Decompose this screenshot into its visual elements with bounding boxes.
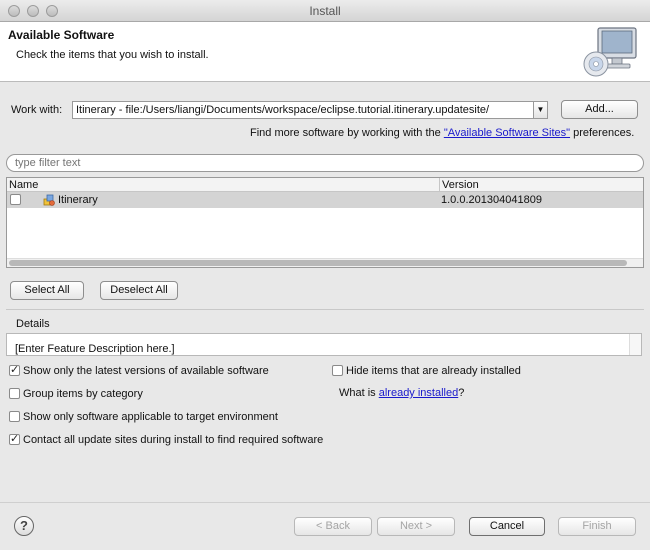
select-all-button[interactable]: Select All	[10, 281, 84, 300]
show-applicable-label[interactable]: Show only software applicable to target …	[23, 411, 278, 423]
row-checkbox[interactable]	[10, 194, 21, 205]
show-latest-checkbox[interactable]	[9, 363, 20, 376]
window-title: Install	[309, 4, 341, 18]
details-text: [Enter Feature Description here.]	[15, 343, 175, 355]
what-is-installed-text: What is already installed?	[339, 387, 465, 399]
work-with-value: Itinerary - file:/Users/liangi/Documents…	[76, 104, 490, 116]
next-button[interactable]: Next >	[377, 517, 455, 536]
row-version: 1.0.0.201304041809	[441, 194, 542, 206]
group-by-category-label[interactable]: Group items by category	[23, 388, 143, 400]
software-table: Name Version Itinerary 1.0.0.20130404180…	[6, 177, 644, 268]
work-with-combo[interactable]: Itinerary - file:/Users/liangi/Documents…	[72, 101, 548, 119]
hide-installed-label[interactable]: Hide items that are already installed	[346, 365, 521, 377]
page-title: Available Software	[8, 28, 115, 42]
work-with-label: Work with:	[11, 104, 63, 116]
feature-icon	[43, 194, 55, 206]
already-installed-link[interactable]: already installed	[379, 387, 459, 399]
group-by-category-checkbox[interactable]	[9, 388, 20, 399]
add-site-button[interactable]: Add...	[561, 100, 638, 119]
deselect-all-button[interactable]: Deselect All	[100, 281, 178, 300]
horizontal-scrollbar[interactable]	[7, 258, 643, 267]
chevron-down-icon[interactable]: ▼	[533, 102, 547, 118]
show-latest-label[interactable]: Show only the latest versions of availab…	[23, 365, 269, 377]
table-row[interactable]: Itinerary 1.0.0.201304041809	[7, 192, 643, 208]
help-icon[interactable]: ?	[14, 516, 34, 536]
install-computer-icon	[583, 27, 637, 77]
more-software-text: Find more software by working with the "…	[250, 127, 635, 139]
row-name: Itinerary	[58, 194, 98, 206]
hide-installed-checkbox[interactable]	[332, 365, 343, 376]
page-description: Check the items that you wish to install…	[16, 49, 209, 61]
scrollbar-thumb[interactable]	[9, 260, 627, 266]
footer-divider	[0, 502, 650, 503]
column-header-version[interactable]: Version	[442, 179, 479, 191]
cancel-button[interactable]: Cancel	[469, 517, 545, 536]
filter-input[interactable]	[6, 154, 644, 172]
finish-button[interactable]: Finish	[558, 517, 636, 536]
back-button[interactable]: < Back	[294, 517, 372, 536]
column-divider[interactable]	[439, 178, 440, 192]
column-header-name[interactable]: Name	[9, 179, 38, 191]
vertical-scrollbar[interactable]	[629, 334, 641, 355]
show-applicable-checkbox[interactable]	[9, 411, 20, 422]
wizard-header: Available Software Check the items that …	[0, 22, 650, 82]
available-software-sites-link[interactable]: "Available Software Sites"	[444, 127, 570, 139]
contact-sites-checkbox[interactable]	[9, 432, 20, 445]
table-header: Name Version	[7, 178, 643, 192]
contact-sites-label[interactable]: Contact all update sites during install …	[23, 434, 323, 446]
details-area[interactable]: [Enter Feature Description here.]	[6, 333, 642, 356]
title-bar: Install	[0, 0, 650, 22]
details-label: Details	[16, 318, 50, 330]
